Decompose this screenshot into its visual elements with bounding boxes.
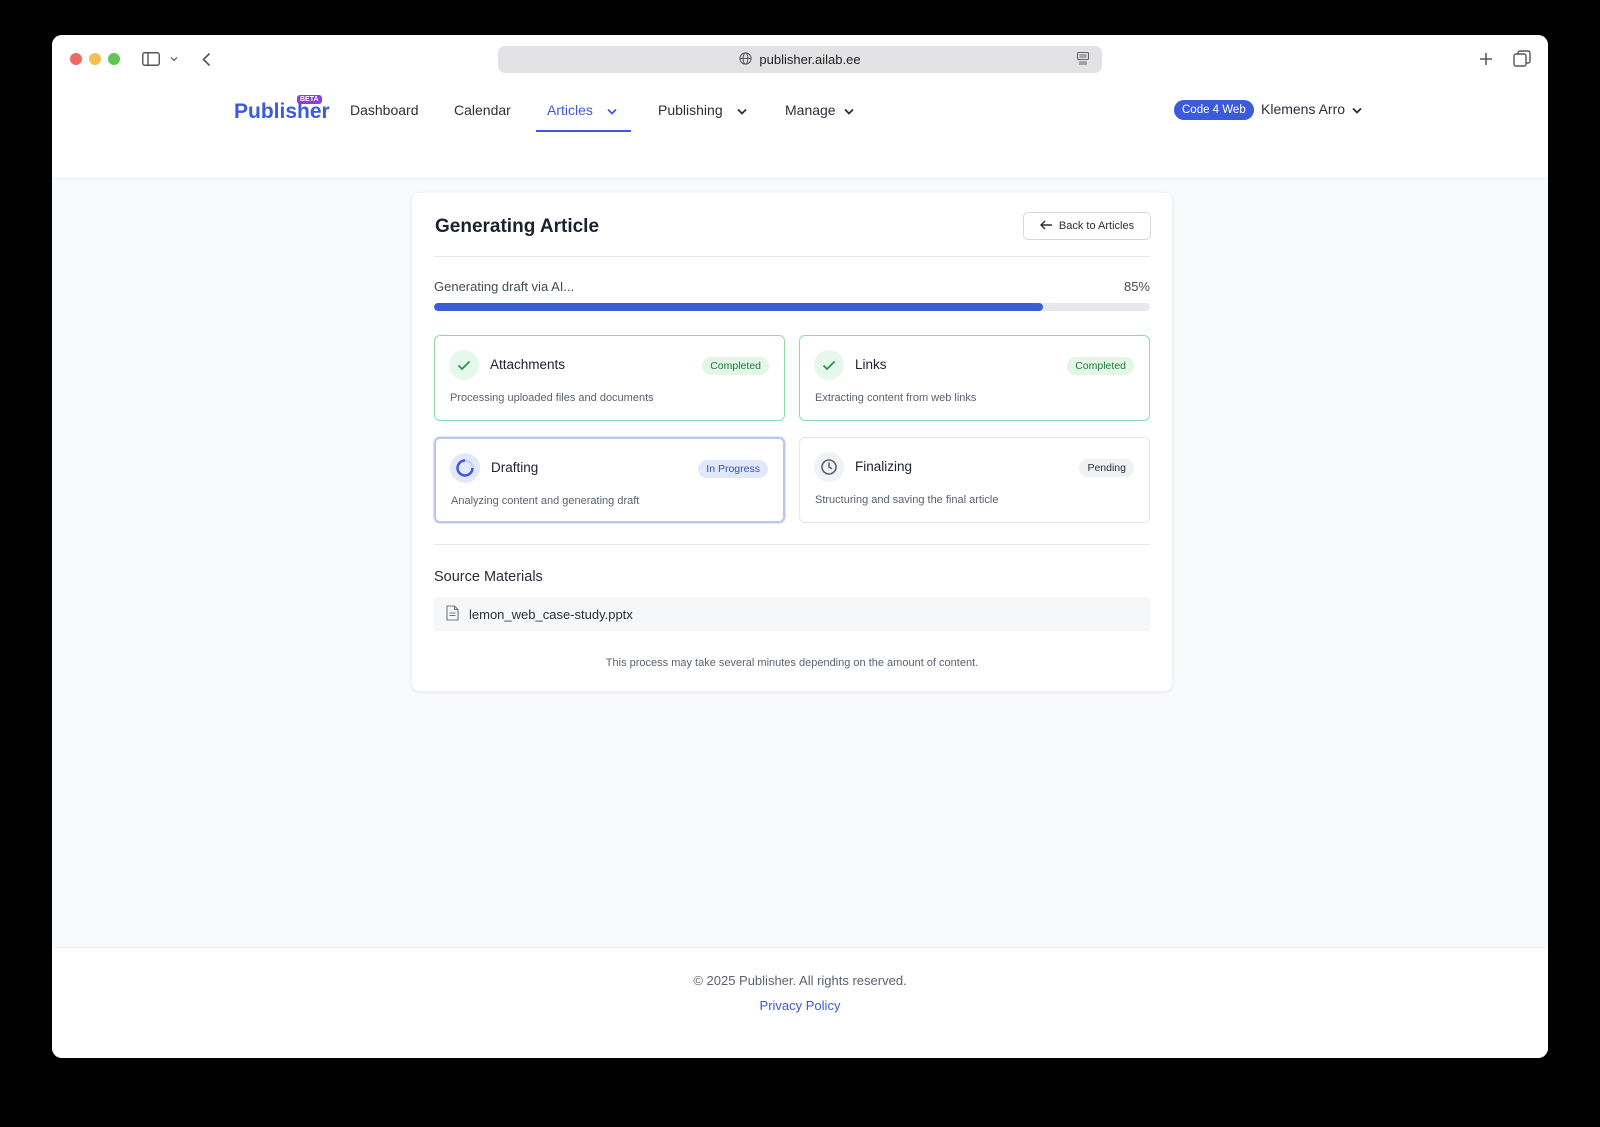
organization-badge[interactable]: Code 4 Web <box>1174 100 1254 120</box>
address-bar[interactable]: publisher.ailab.ee <box>498 46 1102 73</box>
step-finalizing: Finalizing Pending Structuring and savin… <box>799 437 1150 523</box>
browser-toolbar: publisher.ailab.ee <box>52 35 1548 83</box>
status-badge: Completed <box>702 357 769 375</box>
chevron-down-icon <box>736 102 747 118</box>
chevron-down-icon <box>1352 101 1362 117</box>
footer: © 2025 Publisher. All rights reserved. P… <box>52 947 1548 1058</box>
progress-label: Generating draft via AI... <box>434 279 575 294</box>
spinner-icon <box>450 453 480 483</box>
chevron-down-icon <box>843 102 854 118</box>
user-menu[interactable]: Klemens Arro <box>1261 101 1362 117</box>
step-description: Extracting content from web links <box>815 392 977 404</box>
nav-articles-label: Articles <box>547 102 593 118</box>
beta-badge: BETA <box>297 95 322 104</box>
step-description: Analyzing content and generating draft <box>451 495 640 507</box>
divider <box>434 256 1150 257</box>
step-title: Finalizing <box>855 459 913 474</box>
globe-icon <box>739 51 752 68</box>
document-icon <box>446 604 459 624</box>
new-tab-icon[interactable] <box>1478 47 1494 71</box>
nav-dashboard-label: Dashboard <box>350 102 419 118</box>
generation-card: Generating Article Back to Articles Gene… <box>412 193 1172 691</box>
close-window-button[interactable] <box>70 53 82 65</box>
check-icon <box>814 350 844 380</box>
progress-bar <box>434 303 1150 311</box>
sidebar-toggle-icon[interactable] <box>140 47 162 71</box>
page-title: Generating Article <box>435 216 600 237</box>
back-to-articles-label: Back to Articles <box>1058 220 1135 232</box>
maximize-window-button[interactable] <box>108 53 120 65</box>
nav-publishing-label: Publishing <box>658 102 723 118</box>
active-tab-indicator <box>536 130 631 132</box>
source-file-item[interactable]: lemon_web_case-study.pptx <box>434 597 1150 631</box>
step-description: Structuring and saving the final article <box>815 494 999 506</box>
nav-manage-label: Manage <box>785 102 836 118</box>
nav-dashboard[interactable]: Dashboard <box>350 102 419 118</box>
progress-percent: 85% <box>1123 279 1150 294</box>
reader-mode-icon[interactable] <box>1076 51 1090 68</box>
app-navbar: Publisher BETA Dashboard Calendar Articl… <box>52 83 1548 179</box>
back-arrow-icon[interactable] <box>198 47 214 71</box>
step-drafting: Drafting In Progress Analyzing content a… <box>434 437 785 523</box>
status-badge: Pending <box>1079 459 1134 477</box>
nav-calendar[interactable]: Calendar <box>454 102 511 118</box>
clock-icon <box>814 452 844 482</box>
tab-overview-icon[interactable] <box>1512 47 1532 71</box>
divider <box>434 544 1150 545</box>
source-file-name: lemon_web_case-study.pptx <box>469 606 633 622</box>
source-materials-heading: Source Materials <box>434 569 543 585</box>
arrow-left-icon <box>1039 220 1053 233</box>
status-badge: Completed <box>1067 357 1134 375</box>
check-icon <box>449 350 479 380</box>
privacy-policy-link[interactable]: Privacy Policy <box>52 998 1548 1013</box>
progress-bar-fill <box>434 303 1043 311</box>
minimize-window-button[interactable] <box>89 53 101 65</box>
nav-calendar-label: Calendar <box>454 102 511 118</box>
browser-window: publisher.ailab.ee Publisher BETA Dashbo… <box>52 35 1548 1058</box>
chevron-down-icon[interactable] <box>168 47 180 71</box>
step-title: Attachments <box>490 357 566 372</box>
chevron-down-icon <box>607 102 617 118</box>
copyright-text: © 2025 Publisher. All rights reserved. <box>693 973 907 988</box>
step-links: Links Completed Extracting content from … <box>799 335 1150 421</box>
nav-articles[interactable]: Articles <box>547 102 617 118</box>
url-text: publisher.ailab.ee <box>759 52 861 67</box>
nav-publishing[interactable]: Publishing <box>658 102 747 118</box>
back-to-articles-button[interactable]: Back to Articles <box>1023 212 1151 240</box>
step-title: Drafting <box>491 460 539 475</box>
step-title: Links <box>855 357 887 372</box>
nav-manage[interactable]: Manage <box>785 102 854 118</box>
step-description: Processing uploaded files and documents <box>450 392 654 404</box>
step-attachments: Attachments Completed Processing uploade… <box>434 335 785 421</box>
status-badge: In Progress <box>698 460 768 478</box>
process-note: This process may take several minutes de… <box>605 657 979 669</box>
user-name: Klemens Arro <box>1261 101 1346 117</box>
